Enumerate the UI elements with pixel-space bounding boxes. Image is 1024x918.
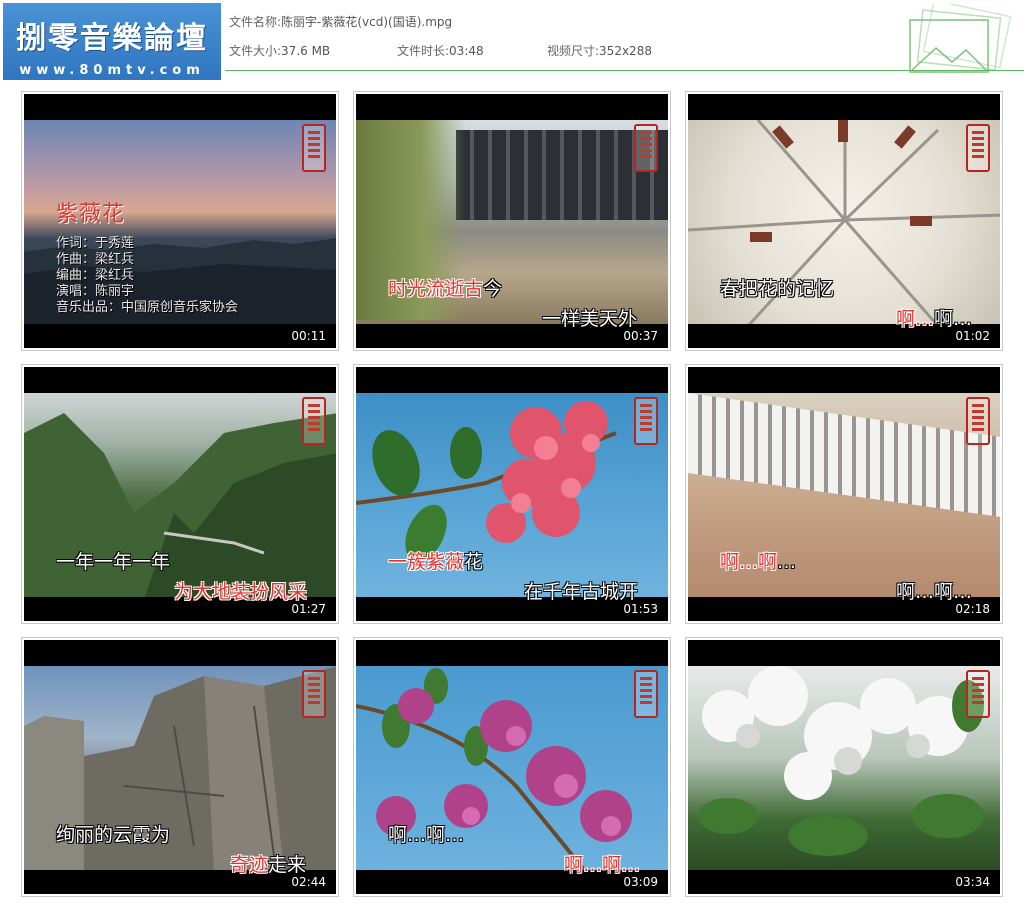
credit-producer: 音乐出品：中国原创音乐家协会 <box>56 300 239 315</box>
channel-logo <box>302 124 326 172</box>
credit-lyricist: 作词：于秀莲 <box>56 236 135 251</box>
lyric-caption-2: 啊…啊… <box>896 304 972 331</box>
lyric-caption-2: 一样美天外 <box>542 308 638 330</box>
lyric-rest: 花 <box>464 551 484 573</box>
logo-url: www.80mtv.com <box>19 63 205 78</box>
timestamp: 01:27 <box>291 602 326 616</box>
thumbnail-4[interactable]: 一年一年一年 为大地装扮风采 01:27 <box>21 364 339 624</box>
lyric-rest: 啊… <box>934 308 973 330</box>
credits-block: 作词：于秀莲 作曲：梁红兵 编曲：梁红兵 演唱：陈丽宇 音乐出品：中国原创音乐家… <box>56 236 238 316</box>
timestamp: 02:18 <box>955 602 990 616</box>
channel-logo <box>634 397 658 445</box>
video-size-row: 视频尺寸:352x288 <box>547 42 652 59</box>
lyric-highlight: 奇迹 <box>230 854 269 876</box>
lyric-rest: 今 <box>483 278 503 300</box>
thumbnail-frame: 绚丽的云霞为 奇迹走来 02:44 <box>24 640 336 894</box>
logo-title: 捌零音樂論壇 <box>16 21 208 56</box>
duration-row: 文件时长:03:48 <box>397 42 484 59</box>
white-flowers <box>698 666 984 856</box>
file-name-row: 文件名称:陈丽宇-紫薇花(vcd)(国语).mpg <box>229 13 452 30</box>
thumbnail-frame: 春把花的记忆 啊…啊… 01:02 <box>688 94 1000 348</box>
video-size-label: 视频尺寸: <box>547 44 600 58</box>
file-size-value: 37.6 MB <box>281 44 331 58</box>
channel-logo <box>634 670 658 718</box>
timestamp: 03:34 <box>955 875 990 889</box>
video-size-value: 352x288 <box>599 44 652 58</box>
file-name-label: 文件名称: <box>229 15 282 29</box>
lyric-highlight: 啊… <box>896 308 935 330</box>
white-blossom-scene <box>688 666 1000 870</box>
lyric-caption-2: 为大地装扮风采 <box>174 581 308 603</box>
thumbnail-frame: 紫薇花 作词：于秀莲 作曲：梁红兵 编曲：梁红兵 演唱：陈丽宇 音乐出品：中国原… <box>24 94 336 348</box>
railing-pattern <box>688 393 1000 518</box>
thumbnail-frame: 啊…啊… 啊…啊… 03:09 <box>356 640 668 894</box>
lyric-caption-1: 啊…啊… <box>720 547 796 574</box>
file-size-label: 文件大小: <box>229 44 282 58</box>
credit-arranger: 编曲：梁红兵 <box>56 268 135 283</box>
channel-logo <box>634 124 658 172</box>
lyric-caption-2: 在千年古城开 <box>524 581 639 603</box>
thumbnail-3[interactable]: 春把花的记忆 啊…啊… 01:02 <box>685 91 1003 351</box>
lyric-caption-1: 一年一年一年 <box>56 551 171 573</box>
thumbnail-frame: 一年一年一年 为大地装扮风采 01:27 <box>24 367 336 621</box>
thumbnail-6[interactable]: 啊…啊… 啊…啊… 02:18 <box>685 364 1003 624</box>
timestamp: 01:02 <box>955 329 990 343</box>
file-size-row: 文件大小:37.6 MB <box>229 42 330 59</box>
credit-composer: 作曲：梁红兵 <box>56 252 135 267</box>
thumbnail-2[interactable]: 时光流逝古今 一样美天外 00:37 <box>353 91 671 351</box>
credit-singer: 演唱：陈丽宇 <box>56 284 135 299</box>
timestamp: 03:09 <box>623 875 658 889</box>
thumbnail-1[interactable]: 紫薇花 作词：于秀莲 作曲：梁红兵 编曲：梁红兵 演唱：陈丽宇 音乐出品：中国原… <box>21 91 339 351</box>
lyric-highlight: 一簇紫薇 <box>388 551 465 573</box>
channel-logo <box>302 397 326 445</box>
lyric-caption-2: 啊…啊… <box>564 854 641 876</box>
lyric-caption-2: 啊…啊… <box>896 581 973 603</box>
thumbnail-frame: 啊…啊… 啊…啊… 02:18 <box>688 367 1000 621</box>
lyric-rest: 走来 <box>268 854 307 876</box>
thumbnail-frame: 03:34 <box>688 640 1000 894</box>
channel-logo <box>302 670 326 718</box>
thumbnail-9[interactable]: 03:34 <box>685 637 1003 897</box>
forum-logo: 捌零音樂論壇 www.80mtv.com <box>3 3 221 80</box>
thumbnail-5[interactable]: 一簇紫薇花 在千年古城开 01:53 <box>353 364 671 624</box>
lyric-caption-1: 时光流逝古今 <box>388 274 502 301</box>
timestamp: 01:53 <box>623 602 658 616</box>
thumbnail-frame: 一簇紫薇花 在千年古城开 01:53 <box>356 367 668 621</box>
lyric-caption-2: 奇迹走来 <box>230 850 306 877</box>
channel-logo <box>966 124 990 172</box>
header-divider <box>225 70 1024 71</box>
thumbnail-8[interactable]: 啊…啊… 啊…啊… 03:09 <box>353 637 671 897</box>
lyric-caption-1: 啊…啊… <box>388 824 465 846</box>
timestamp: 02:44 <box>291 875 326 889</box>
thumbnail-frame: 时光流逝古今 一样美天外 00:37 <box>356 94 668 348</box>
song-title: 紫薇花 <box>56 202 126 227</box>
channel-logo <box>966 397 990 445</box>
duration-value: 03:48 <box>449 44 484 58</box>
duration-label: 文件时长: <box>397 44 450 58</box>
lyric-highlight: 啊…啊 <box>720 551 778 573</box>
picture-stack-icon <box>909 4 1012 73</box>
timestamp: 00:37 <box>623 329 658 343</box>
lyric-rest: … <box>777 551 797 573</box>
lyric-highlight: 时光流逝古 <box>388 278 484 300</box>
file-name-value: 陈丽宇-紫薇花(vcd)(国语).mpg <box>281 15 453 29</box>
timestamp: 00:11 <box>291 329 326 343</box>
lyric-caption-1: 绚丽的云霞为 <box>56 824 171 846</box>
thumbnail-7[interactable]: 绚丽的云霞为 奇迹走来 02:44 <box>21 637 339 897</box>
channel-logo <box>966 670 990 718</box>
lyric-caption-1: 一簇紫薇花 <box>388 547 483 574</box>
lyric-caption-1: 春把花的记忆 <box>720 278 835 300</box>
